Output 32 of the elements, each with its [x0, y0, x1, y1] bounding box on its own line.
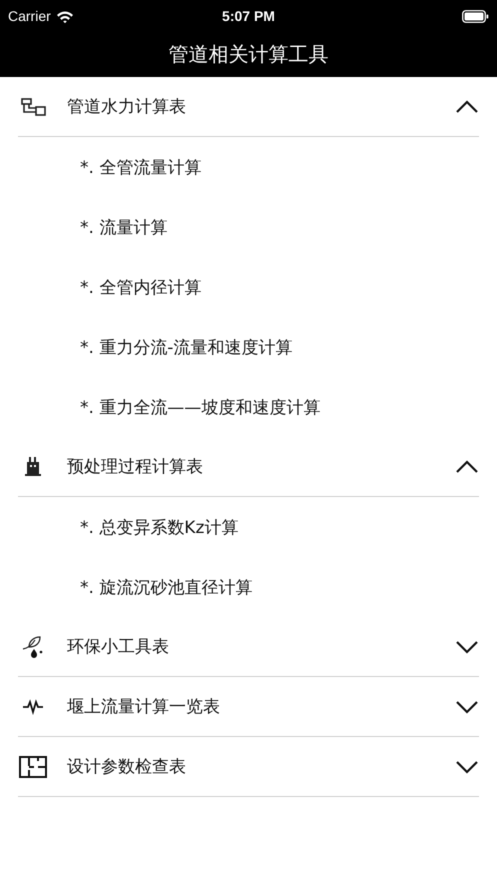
chevron-down-icon — [455, 758, 479, 774]
battery-icon — [462, 10, 489, 22]
section-header[interactable]: 环保小工具表 — [18, 617, 479, 677]
section-title: 设计参数检查表 — [67, 756, 187, 778]
time-text: 5:07 PM — [222, 8, 275, 24]
carrier-text: Carrier — [8, 8, 51, 24]
list-item[interactable]: *. 全管流量计算 — [0, 137, 497, 197]
pulse-icon — [22, 696, 44, 716]
factory-icon — [23, 456, 43, 477]
list-item[interactable]: *. 全管内径计算 — [0, 257, 497, 317]
section-header[interactable]: 设计参数检查表 — [18, 737, 479, 797]
chevron-down-icon — [455, 638, 479, 654]
section-title: 预处理过程计算表 — [67, 456, 204, 478]
section-header[interactable]: 堰上流量计算一览表 — [18, 677, 479, 737]
section-title: 环保小工具表 — [67, 636, 170, 658]
list-item[interactable]: *. 旋流沉砂池直径计算 — [0, 557, 497, 617]
pipe-icon — [20, 96, 46, 116]
floor-plan-icon — [19, 756, 47, 778]
nav-title: 管道相关计算工具 — [168, 41, 328, 68]
section-title: 堰上流量计算一览表 — [67, 696, 221, 718]
list-item[interactable]: *. 重力全流——坡度和速度计算 — [0, 377, 497, 437]
list-item[interactable]: *. 总变异系数Kz计算 — [0, 497, 497, 557]
chevron-up-icon — [455, 458, 479, 474]
chevron-down-icon — [455, 698, 479, 714]
leaf-drop-icon — [21, 634, 45, 658]
section-header[interactable]: 管道水力计算表 — [18, 77, 479, 137]
section-title: 管道水力计算表 — [67, 96, 187, 118]
section-header[interactable]: 预处理过程计算表 — [18, 437, 479, 497]
chevron-up-icon — [455, 98, 479, 114]
wifi-icon — [56, 10, 74, 22]
list-item[interactable]: *. 重力分流-流量和速度计算 — [0, 317, 497, 377]
list-item[interactable]: *. 流量计算 — [0, 197, 497, 257]
